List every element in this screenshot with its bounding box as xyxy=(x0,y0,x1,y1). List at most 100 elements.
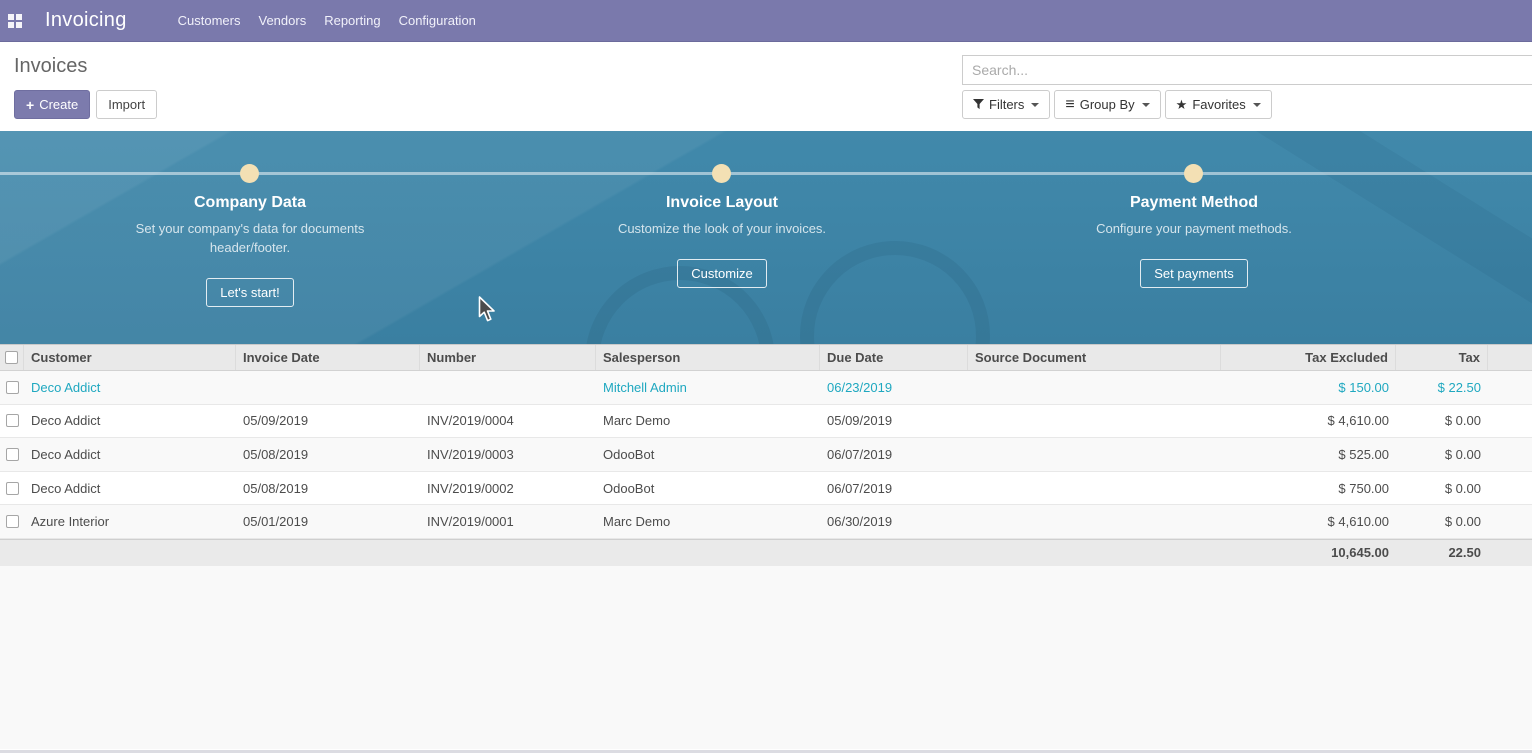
cell-due-date: 05/09/2019 xyxy=(820,413,968,428)
step-description: Configure your payment methods. xyxy=(1064,219,1324,238)
row-checkbox[interactable] xyxy=(6,515,19,528)
cell-tax: $ 0.00 xyxy=(1396,447,1488,462)
action-buttons: + Create Import xyxy=(14,90,157,119)
cell-invoice-date: 05/09/2019 xyxy=(236,413,420,428)
nav-item-vendors[interactable]: Vendors xyxy=(250,0,316,41)
app-title: Invoicing xyxy=(45,9,127,32)
onboarding-banner: Company Data Set your company's data for… xyxy=(0,131,1532,344)
onboarding-step-invoice-layout: Invoice Layout Customize the look of you… xyxy=(486,131,958,344)
cell-invoice-date: 05/08/2019 xyxy=(236,447,420,462)
group-by-bars-icon: ≡ xyxy=(1065,97,1074,113)
invoice-row[interactable]: Deco Addict 05/08/2019 INV/2019/0002 Odo… xyxy=(0,472,1532,506)
row-select-cell xyxy=(0,381,24,394)
set-payments-button[interactable]: Set payments xyxy=(1140,259,1248,288)
apps-grid-square xyxy=(16,22,22,28)
import-button[interactable]: Import xyxy=(96,90,157,119)
step-dot-icon xyxy=(240,164,259,183)
lets-start-button[interactable]: Let's start! xyxy=(206,278,294,307)
column-header-source-document[interactable]: Source Document xyxy=(968,345,1221,370)
create-button[interactable]: + Create xyxy=(14,90,90,119)
onboarding-step-payment-method: Payment Method Configure your payment me… xyxy=(958,131,1430,344)
cell-number: INV/2019/0003 xyxy=(420,447,596,462)
nav-item-configuration[interactable]: Configuration xyxy=(390,0,485,41)
column-header-tax[interactable]: Tax xyxy=(1396,345,1488,370)
invoice-row[interactable]: Deco Addict 05/08/2019 INV/2019/0003 Odo… xyxy=(0,438,1532,472)
cell-salesperson: Marc Demo xyxy=(596,413,820,428)
invoice-list: Customer Invoice Date Number Salesperson… xyxy=(0,344,1532,749)
column-header-number[interactable]: Number xyxy=(420,345,596,370)
cell-tax: $ 0.00 xyxy=(1396,481,1488,496)
apps-grid-square xyxy=(8,22,14,28)
select-all-cell xyxy=(0,345,24,370)
cell-tax: $ 0.00 xyxy=(1396,413,1488,428)
cell-tax-excluded: $ 150.00 xyxy=(1221,380,1396,395)
column-header-due-date[interactable]: Due Date xyxy=(820,345,968,370)
invoice-row[interactable]: Azure Interior 05/01/2019 INV/2019/0001 … xyxy=(0,505,1532,539)
cell-tax-excluded: $ 4,610.00 xyxy=(1221,514,1396,529)
step-dot-icon xyxy=(1184,164,1203,183)
row-select-cell xyxy=(0,515,24,528)
chevron-down-icon xyxy=(1253,103,1261,107)
step-dot-icon xyxy=(712,164,731,183)
cell-tax-excluded: $ 525.00 xyxy=(1221,447,1396,462)
cell-salesperson: Mitchell Admin xyxy=(596,380,820,395)
list-header-row: Customer Invoice Date Number Salesperson… xyxy=(0,344,1532,371)
cell-salesperson: OdooBot xyxy=(596,447,820,462)
group-by-button[interactable]: ≡ Group By xyxy=(1054,90,1160,119)
search-filter-buttons: Filters ≡ Group By ★ Favorites xyxy=(962,90,1276,119)
cell-customer: Deco Addict xyxy=(24,481,236,496)
page-title: Invoices xyxy=(14,55,87,78)
cell-due-date: 06/23/2019 xyxy=(820,380,968,395)
invoice-row[interactable]: Deco Addict Mitchell Admin 06/23/2019 $ … xyxy=(0,371,1532,405)
step-description: Set your company's data for documents he… xyxy=(120,219,380,257)
top-navbar: Invoicing Customers Vendors Reporting Co… xyxy=(0,0,1532,42)
column-header-salesperson[interactable]: Salesperson xyxy=(596,345,820,370)
column-header-customer[interactable]: Customer xyxy=(24,345,236,370)
row-checkbox[interactable] xyxy=(6,482,19,495)
navbar-menus: Customers Vendors Reporting Configuratio… xyxy=(169,0,485,41)
apps-grid-square xyxy=(8,14,14,20)
column-header-invoice-date[interactable]: Invoice Date xyxy=(236,345,420,370)
column-header-tax-excluded[interactable]: Tax Excluded xyxy=(1221,345,1396,370)
favorites-button[interactable]: ★ Favorites xyxy=(1165,90,1272,119)
cell-due-date: 06/07/2019 xyxy=(820,481,968,496)
invoicing-app-window: Invoicing Customers Vendors Reporting Co… xyxy=(0,0,1532,753)
filters-button[interactable]: Filters xyxy=(962,90,1050,119)
onboarding-step-company-data: Company Data Set your company's data for… xyxy=(14,131,486,344)
select-all-checkbox[interactable] xyxy=(5,351,18,364)
apps-menu-icon[interactable] xyxy=(8,14,22,28)
row-checkbox[interactable] xyxy=(6,448,19,461)
cell-customer: Deco Addict xyxy=(24,380,236,395)
cell-tax: $ 22.50 xyxy=(1396,380,1488,395)
nav-item-customers[interactable]: Customers xyxy=(169,0,250,41)
customize-button[interactable]: Customize xyxy=(677,259,766,288)
cell-tax: $ 0.00 xyxy=(1396,514,1488,529)
row-select-cell xyxy=(0,448,24,461)
column-header-spacer xyxy=(1488,345,1532,370)
row-checkbox[interactable] xyxy=(6,414,19,427)
cell-due-date: 06/07/2019 xyxy=(820,447,968,462)
cell-number: INV/2019/0001 xyxy=(420,514,596,529)
group-by-button-label: Group By xyxy=(1080,97,1135,112)
favorites-button-label: Favorites xyxy=(1192,97,1245,112)
cell-salesperson: Marc Demo xyxy=(596,514,820,529)
search-area xyxy=(962,55,1532,85)
cell-customer: Deco Addict xyxy=(24,447,236,462)
row-select-cell xyxy=(0,482,24,495)
invoice-row[interactable]: Deco Addict 05/09/2019 INV/2019/0004 Mar… xyxy=(0,405,1532,439)
cell-invoice-date: 05/01/2019 xyxy=(236,514,420,529)
favorites-star-icon: ★ xyxy=(1176,98,1188,111)
nav-item-reporting[interactable]: Reporting xyxy=(315,0,389,41)
cell-due-date: 06/30/2019 xyxy=(820,514,968,529)
list-totals-row: 10,645.00 22.50 xyxy=(0,539,1532,566)
chevron-down-icon xyxy=(1031,103,1039,107)
filters-button-label: Filters xyxy=(989,97,1024,112)
plus-icon: + xyxy=(26,97,34,113)
search-input[interactable] xyxy=(962,55,1532,85)
cell-customer: Deco Addict xyxy=(24,413,236,428)
row-checkbox[interactable] xyxy=(6,381,19,394)
cell-invoice-date: 05/08/2019 xyxy=(236,481,420,496)
step-description: Customize the look of your invoices. xyxy=(592,219,852,238)
total-tax-excluded: 10,645.00 xyxy=(1221,545,1396,560)
filter-funnel-icon xyxy=(973,99,984,110)
